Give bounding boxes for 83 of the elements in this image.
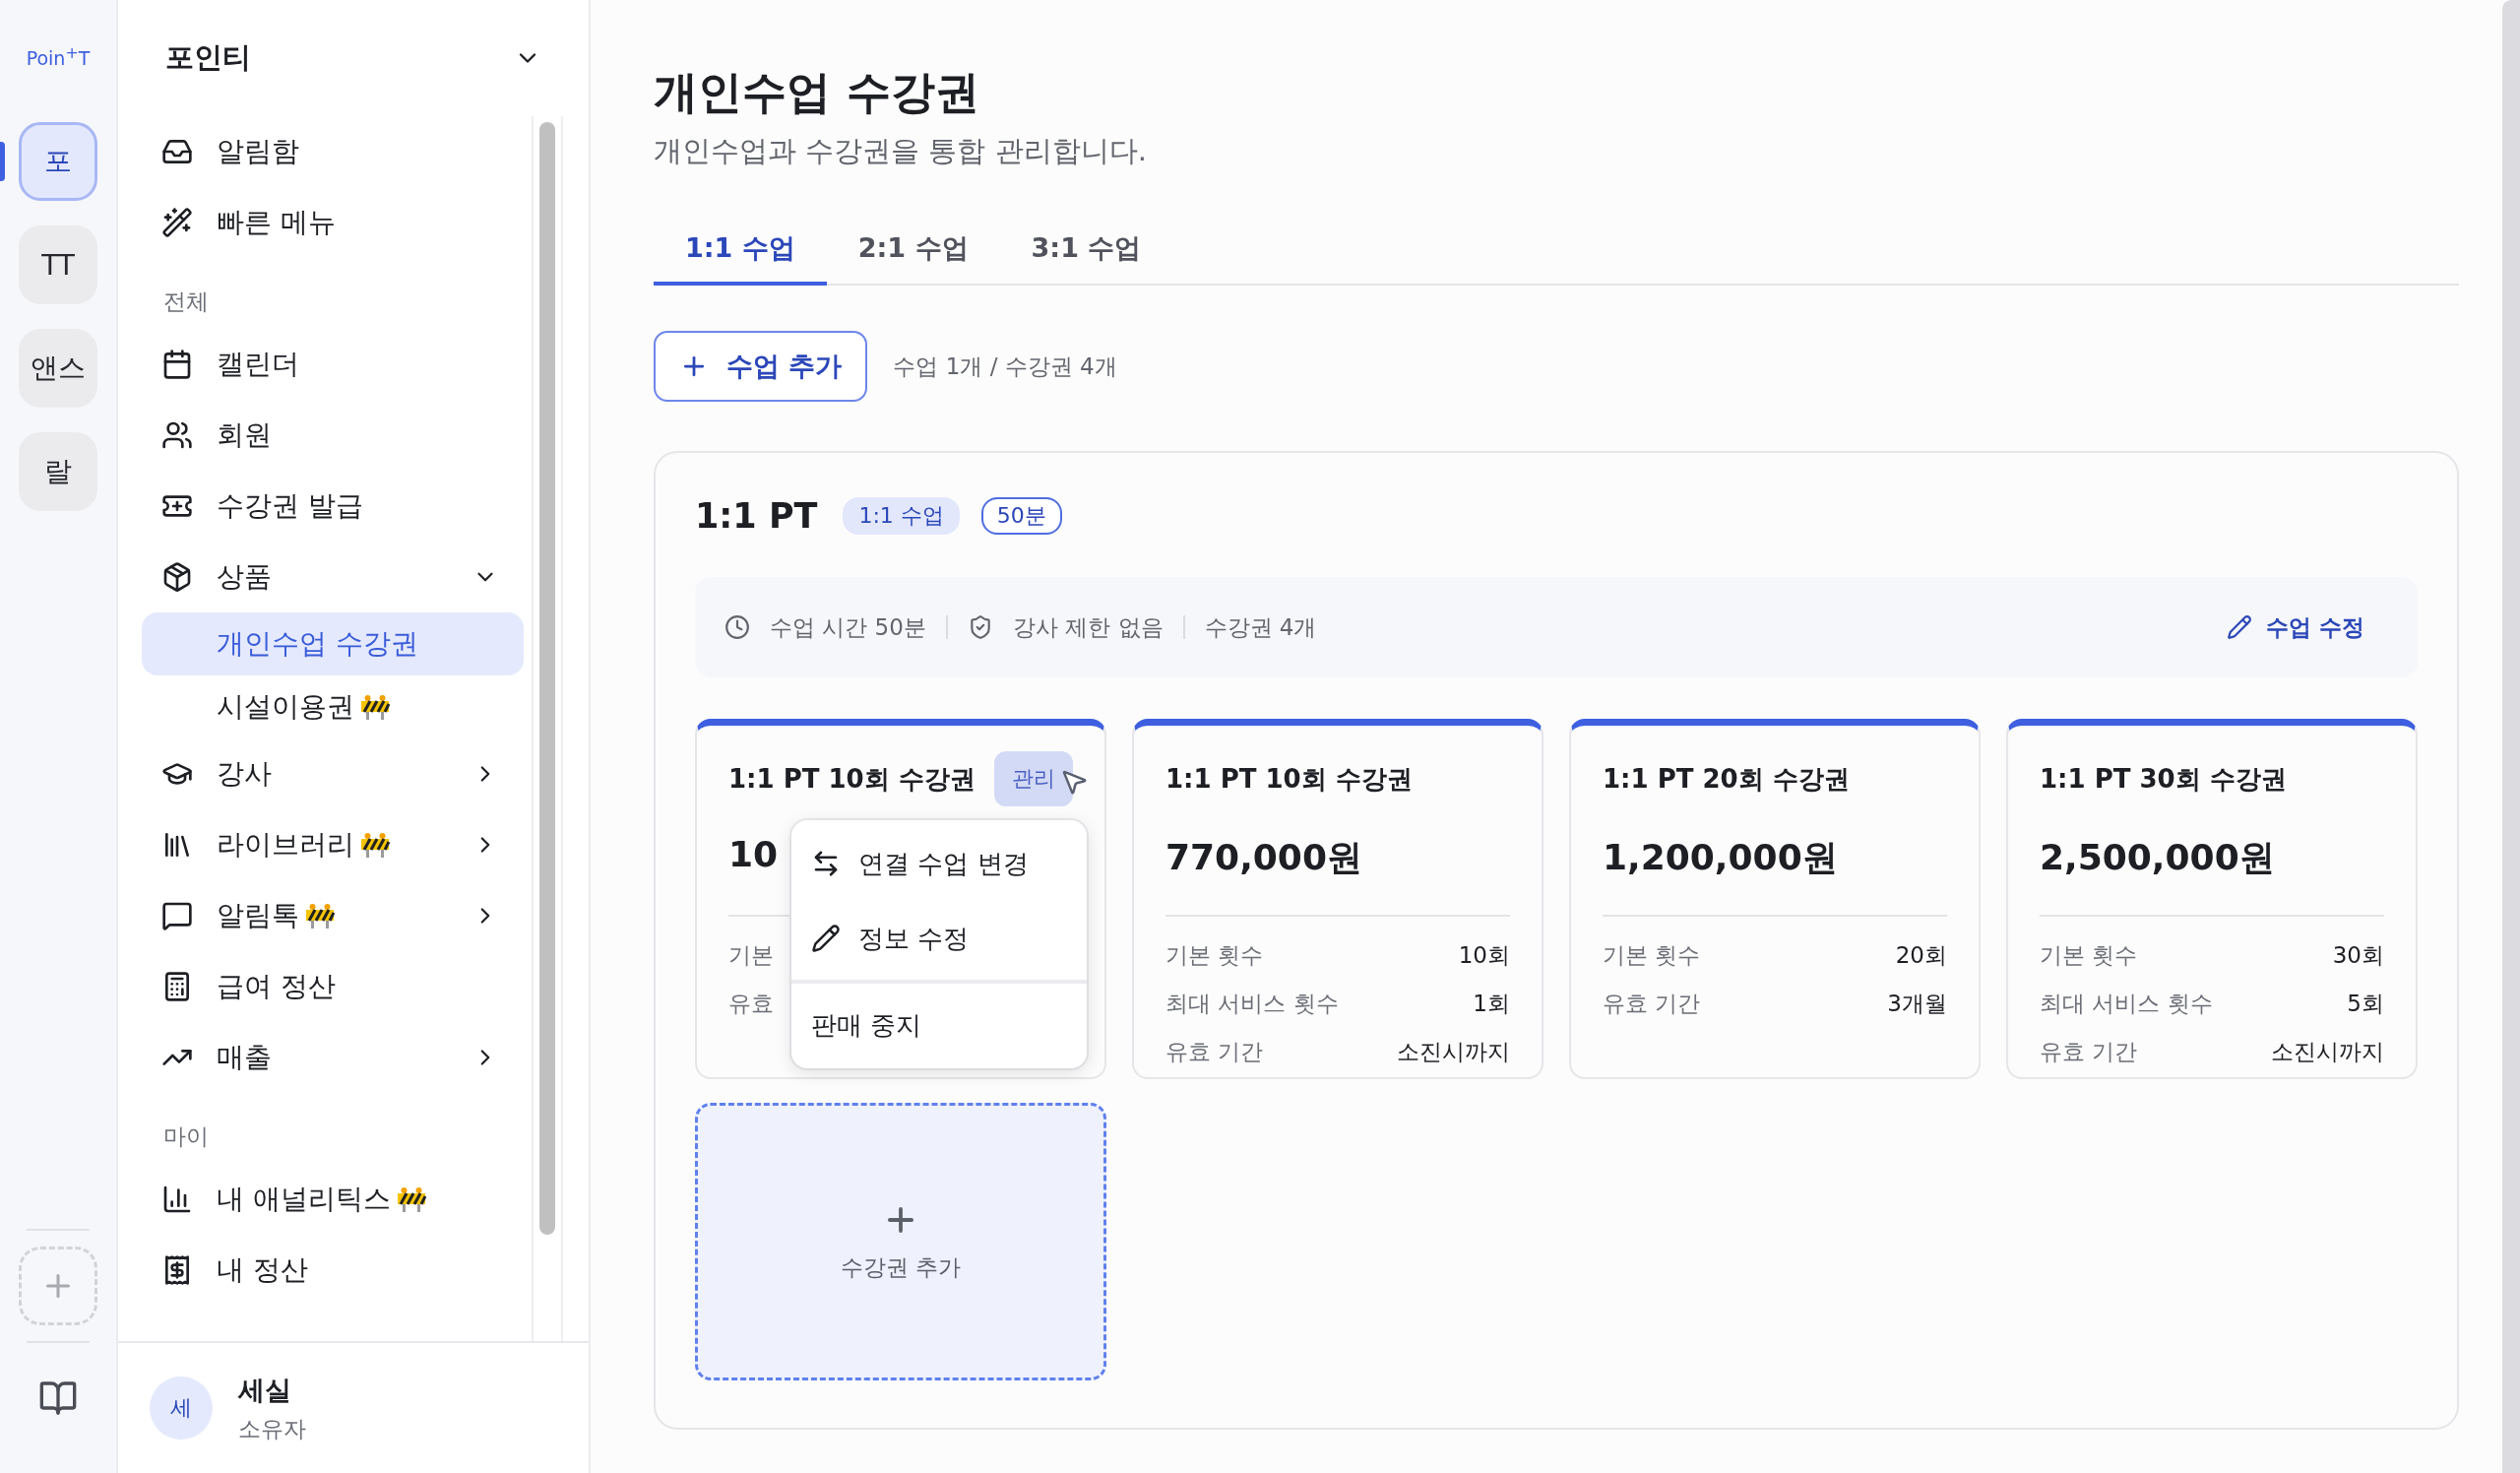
workspace-button[interactable]: 포	[19, 122, 97, 201]
nav-item[interactable]: 알림함	[142, 116, 524, 187]
row-label: 유효 기간	[2040, 1038, 2138, 1066]
tab[interactable]: 2:1 수업	[826, 215, 1000, 286]
row-label: 최대 서비스 횟수	[1166, 990, 1339, 1018]
nav-item[interactable]: 빠른 메뉴	[142, 187, 524, 258]
row-value: 5회	[2347, 990, 2384, 1018]
menu-item[interactable]: 정보 수정	[791, 901, 1087, 976]
row-value: 소진시까지	[2271, 1038, 2384, 1066]
workspace-button[interactable]: 랄	[19, 432, 97, 511]
workspace-button[interactable]: 앤스	[19, 329, 97, 408]
nav-subitem[interactable]: 개인수업 수강권	[142, 612, 524, 675]
ticket-price: 770,000원	[1166, 836, 1362, 879]
tag: 50분	[980, 497, 1062, 535]
info-text: 수업 시간 50분	[770, 612, 926, 642]
chat-bubble-icon	[161, 900, 193, 931]
scrollbar[interactable]	[2502, 0, 2520, 1473]
row-label: 유효 기간	[1166, 1038, 1264, 1066]
edit-class-button[interactable]: 수업 수정	[2221, 610, 2370, 644]
ticket-price: 1,200,000원	[1603, 836, 1838, 879]
nav-item[interactable]: 회원	[142, 400, 524, 471]
row-value: 3개월	[1887, 990, 1947, 1018]
users-icon	[161, 419, 193, 451]
row-label: 기본 횟수	[2040, 941, 2138, 970]
bar-chart-icon	[161, 1184, 193, 1215]
ticket-price: 10	[728, 834, 779, 876]
row-label: 최대 서비스 횟수	[2040, 990, 2213, 1018]
magic-wand-icon	[161, 207, 193, 238]
row-label: 유효	[728, 990, 774, 1018]
nav-item[interactable]: 강사	[142, 738, 524, 809]
nav-item[interactable]: 캘린더	[142, 329, 524, 400]
menu-item[interactable]: 판매 중지	[791, 988, 1087, 1062]
row-value: 10회	[1458, 941, 1510, 970]
row-label: 기본 횟수	[1166, 941, 1264, 970]
nav-item[interactable]: 급여 정산	[142, 951, 524, 1022]
ticket-title: 1:1 PT 20회 수강권	[1603, 762, 1850, 796]
clock-icon	[724, 614, 750, 640]
nav-item[interactable]: 내 정산	[142, 1235, 524, 1306]
add-ticket-button[interactable]: 수강권 추가	[695, 1103, 1106, 1380]
tag: 1:1 수업	[843, 497, 960, 535]
page-subtitle: 개인수업과 수강권을 통합 관리합니다.	[654, 133, 1148, 169]
box-icon	[161, 561, 193, 593]
user-role: 소유자	[238, 1414, 306, 1443]
nav-subitem[interactable]: 시설이용권	[142, 675, 524, 738]
pencil-icon	[811, 924, 841, 953]
section-label: 마이	[162, 1121, 210, 1151]
add-workspace-button[interactable]	[19, 1247, 97, 1325]
nav-item[interactable]: 라이브러리	[142, 809, 524, 880]
logo: Poin$^{+}$T	[26, 43, 91, 72]
nav-item[interactable]: 알림톡	[142, 880, 524, 951]
nav-item[interactable]: 매출	[142, 1022, 524, 1093]
nav-item[interactable]: 수강권 발급	[142, 471, 524, 542]
info-text: 강사 제한 없음	[1012, 612, 1164, 642]
scrollbar[interactable]	[532, 116, 563, 1341]
info-text: 수강권 4개	[1204, 612, 1317, 642]
row-value: 20회	[1895, 941, 1947, 970]
avatar: 세	[150, 1377, 213, 1440]
row-value: 소진시까지	[1397, 1038, 1510, 1066]
tab[interactable]: 1:1 수업	[654, 215, 827, 286]
page-title: 개인수업 수강권	[654, 65, 980, 120]
user-name: 세실	[238, 1373, 292, 1407]
ticket-title: 1:1 PT 30회 수강권	[2040, 762, 2287, 796]
ticket-title: 1:1 PT 10회 수강권	[728, 762, 976, 796]
calendar-icon	[161, 349, 193, 380]
ticket-title: 1:1 PT 10회 수강권	[1166, 762, 1413, 796]
menu-item[interactable]: 연결 수업 변경	[791, 826, 1087, 901]
summary-text: 수업 1개 / 수강권 4개	[893, 352, 1117, 381]
row-label: 기본 횟수	[1603, 941, 1701, 970]
add-class-button[interactable]: 수업 추가	[654, 331, 868, 402]
row-label: 기본	[728, 941, 774, 970]
workspace-selector[interactable]: 포인티	[118, 0, 589, 116]
workspace-button[interactable]: TT	[19, 225, 97, 304]
manage-button[interactable]: 관리	[994, 751, 1073, 806]
row-label: 유효 기간	[1603, 990, 1701, 1018]
nav-item[interactable]: 상품	[142, 542, 524, 612]
pencil-icon	[2227, 614, 2252, 640]
class-name: 1:1 PT	[695, 496, 818, 536]
nav-item[interactable]: 내 애널리틱스	[142, 1164, 524, 1235]
tab[interactable]: 3:1 수업	[999, 215, 1173, 286]
section-label: 전체	[162, 287, 210, 316]
ticket-price: 2,500,000원	[2040, 836, 2275, 879]
row-value: 30회	[2332, 941, 2384, 970]
row-value: 1회	[1473, 990, 1510, 1018]
